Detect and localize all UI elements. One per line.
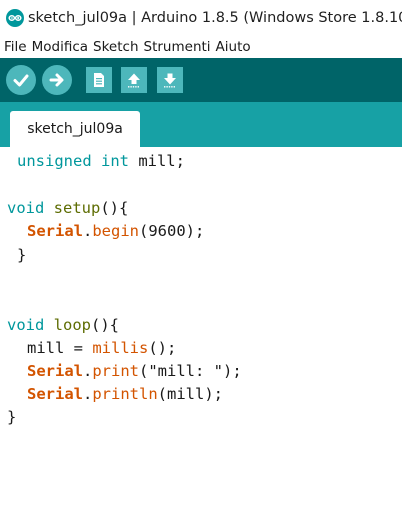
new-sketch-button[interactable] (86, 67, 112, 93)
menu-sketch[interactable]: Sketch (90, 39, 140, 55)
menu-file[interactable]: File (0, 39, 29, 55)
code-token-method: print (92, 362, 140, 380)
verify-button[interactable] (6, 65, 36, 95)
code-token-text: } (17, 246, 27, 264)
document-icon (94, 73, 104, 87)
tab-bar: sketch_jul09a (0, 102, 402, 147)
code-token-function: setup (53, 199, 101, 217)
code-token-type: void (7, 199, 45, 217)
code-line-1: unsigned int mill; (17, 149, 185, 173)
code-line-4: Serial.begin(9600); (27, 219, 204, 243)
code-line-3: void setup(){ (7, 196, 128, 220)
code-line-9: mill = millis(); (27, 336, 176, 360)
code-token-type: void (7, 316, 45, 334)
code-token-text: (9600); (139, 222, 205, 240)
code-token-dot: . (83, 362, 93, 380)
code-line-10: Serial.print("mill: "); (27, 359, 242, 383)
code-token-text: (); (148, 339, 177, 357)
arrow-down-icon (164, 73, 176, 88)
title-bar: sketch_jul09a | Arduino 1.8.5 (Windows S… (0, 0, 402, 36)
code-line-8: void loop(){ (7, 313, 119, 337)
code-token-object: Serial (27, 362, 83, 380)
code-token-text: (mill); (157, 385, 223, 403)
code-token-text: mill = (27, 339, 93, 357)
arduino-logo-icon (6, 9, 24, 27)
menu-aiuto[interactable]: Aiuto (213, 39, 253, 55)
code-editor[interactable]: unsigned int mill; void setup(){ Serial.… (0, 147, 402, 505)
code-token-text: ("mill: "); (139, 362, 242, 380)
code-line-11: Serial.println(mill); (27, 382, 223, 406)
code-token-type: unsigned int (17, 152, 129, 170)
code-token-object: Serial (27, 385, 83, 403)
menu-strumenti[interactable]: Strumenti (141, 39, 213, 55)
code-token-method: millis (92, 339, 149, 357)
menu-bar: File Modifica Sketch Strumenti Aiuto (0, 36, 402, 58)
toolbar (0, 58, 402, 102)
tab-sketch-jul09a[interactable]: sketch_jul09a (10, 111, 140, 147)
code-token-dot: . (83, 385, 93, 403)
menu-modifica[interactable]: Modifica (29, 39, 90, 55)
tab-label: sketch_jul09a (27, 121, 123, 137)
code-token-object: Serial (27, 222, 83, 240)
code-token-method: begin (92, 222, 140, 240)
code-token-text: mill; (128, 152, 185, 170)
code-token-function: loop (53, 316, 91, 334)
upload-button[interactable] (42, 65, 72, 95)
code-token-text: } (7, 408, 17, 426)
code-line-12: } (7, 405, 16, 429)
code-token-method: println (92, 385, 158, 403)
window-title: sketch_jul09a | Arduino 1.8.5 (Windows S… (28, 10, 402, 26)
code-token-dot: . (83, 222, 93, 240)
arrow-right-icon (49, 73, 64, 87)
code-line-5: } (17, 243, 26, 267)
save-button[interactable] (157, 67, 183, 93)
checkmark-icon (13, 74, 29, 87)
open-button[interactable] (121, 67, 147, 93)
code-token-text: (){ (100, 199, 129, 217)
arrow-up-icon (128, 73, 140, 88)
code-token-text: (){ (91, 316, 119, 334)
